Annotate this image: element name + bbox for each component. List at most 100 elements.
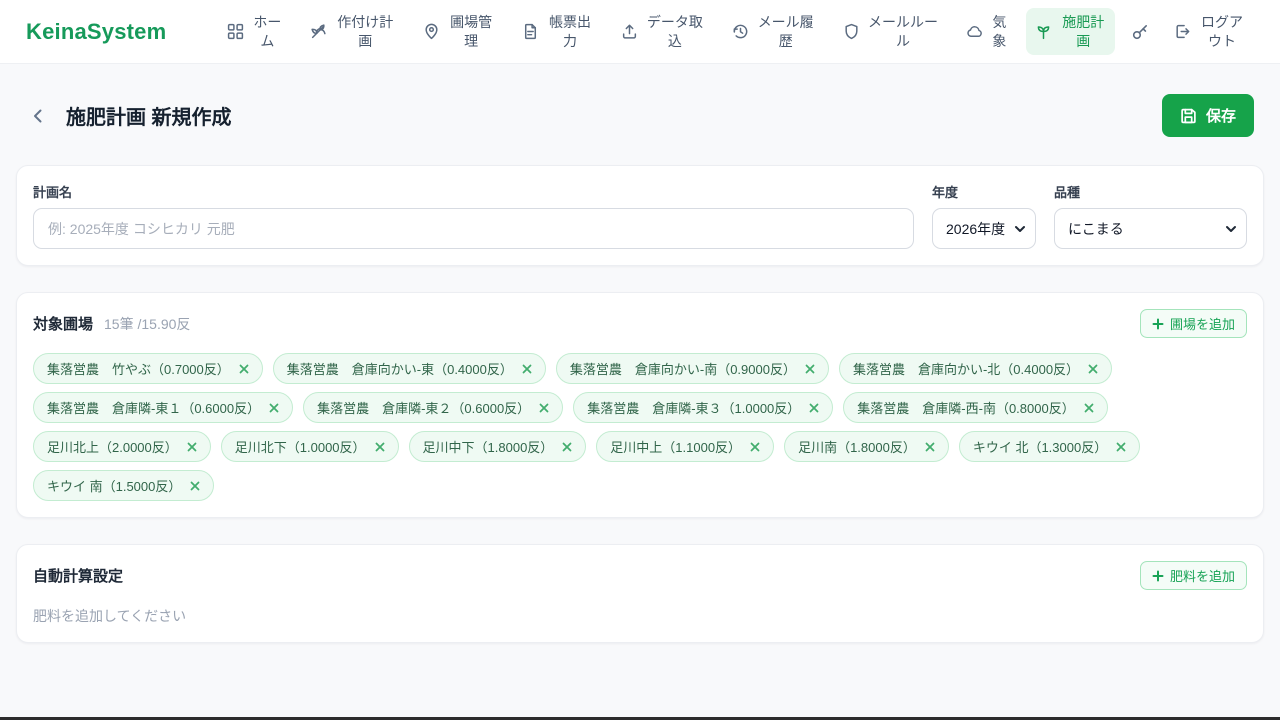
- remove-field-button[interactable]: [809, 403, 819, 413]
- field-tag: 集落営農 倉庫隣-東２（0.6000反）: [303, 392, 564, 423]
- add-fertilizer-button-label: 肥料を追加: [1169, 569, 1235, 584]
- fertilizer-empty-text: 肥料を追加してください: [33, 608, 187, 624]
- nav-item-report-output[interactable]: 帳票出力: [513, 8, 602, 54]
- plan-form-card: 計画名 年度 2026年度 品種 にこまる: [16, 165, 1264, 266]
- field-tag: 集落営農 竹やぶ（0.7000反）: [33, 353, 263, 384]
- plan-name-input[interactable]: [33, 208, 914, 249]
- remove-field-button[interactable]: [522, 364, 532, 374]
- close-icon: [805, 364, 815, 373]
- field-tag-label: キウイ 北（1.3000反）: [972, 440, 1108, 455]
- page-header: 施肥計画 新規作成 保存: [16, 64, 1264, 165]
- variety-label: 品種: [1054, 185, 1081, 200]
- field-tag: 集落営農 倉庫向かい-東（0.4000反）: [272, 353, 546, 384]
- field-tag: 集落営農 倉庫隣-西-南（0.8000反）: [843, 392, 1108, 423]
- nav-item-home[interactable]: ホーム: [218, 8, 291, 54]
- add-field-button[interactable]: 圃場を追加: [1139, 309, 1247, 338]
- add-fertilizer-button[interactable]: 肥料を追加: [1139, 561, 1247, 590]
- close-icon: [750, 442, 760, 451]
- field-tag-label: 集落営農 倉庫隣-西-南（0.8000反）: [857, 401, 1075, 416]
- shield-icon: [844, 23, 858, 40]
- remove-field-button[interactable]: [239, 364, 249, 374]
- map-pin-icon: [425, 23, 438, 40]
- remove-field-button[interactable]: [187, 442, 197, 452]
- year-label: 年度: [932, 185, 959, 200]
- field-tag-label: 足川中下（1.8000反）: [422, 440, 554, 455]
- field-tag-label: 足川北下（1.0000反）: [234, 440, 366, 455]
- target-fields-summary: 15筆 /15.90反: [104, 315, 191, 332]
- field-tag-label: 足川中上（1.1000反）: [610, 440, 742, 455]
- nav-item-mail-rules[interactable]: メールルール: [834, 8, 948, 54]
- field-tag-label: 足川南（1.8000反）: [798, 440, 916, 455]
- nav-item-logout[interactable]: ログアウト: [1165, 8, 1254, 54]
- close-icon: [1088, 364, 1098, 373]
- nav-item-fertilization-plan[interactable]: 施肥計画: [1026, 8, 1116, 55]
- close-icon: [187, 442, 197, 451]
- close-icon: [562, 442, 572, 451]
- remove-field-button[interactable]: [925, 442, 935, 452]
- target-fields-title: 対象圃場: [33, 316, 94, 333]
- field-tag-label: 集落営農 倉庫隣-東１（0.6000反）: [47, 401, 261, 416]
- year-group: 年度 2026年度: [932, 182, 1036, 249]
- history-clock-icon: [733, 24, 748, 39]
- field-tag: 集落営農 倉庫隣-東３（1.0000反）: [573, 392, 834, 423]
- close-icon: [522, 364, 532, 373]
- logout-icon: [1176, 24, 1190, 39]
- remove-field-button[interactable]: [375, 442, 385, 452]
- remove-field-button[interactable]: [1084, 403, 1094, 413]
- close-icon: [1116, 442, 1126, 451]
- remove-field-button[interactable]: [562, 442, 572, 452]
- nav-item-field-management[interactable]: 圃場管理: [414, 8, 503, 54]
- field-tag: 足川中上（1.1000反）: [596, 431, 775, 462]
- target-fields-card: 対象圃場 15筆 /15.90反 圃場を追加 集落営農 竹やぶ（0.7000反）…: [16, 292, 1264, 518]
- field-tag: キウイ 北（1.3000反）: [958, 431, 1141, 462]
- nav-item-planting-plan[interactable]: 作付け計画: [301, 8, 404, 54]
- main-content: 施肥計画 新規作成 保存 計画名 年度 2026年度 品種: [0, 64, 1280, 643]
- remove-field-button[interactable]: [1116, 442, 1126, 452]
- nav-item-data-import[interactable]: データ取込: [612, 8, 713, 54]
- remove-field-button[interactable]: [805, 364, 815, 374]
- field-tag: 足川南（1.8000反）: [784, 431, 949, 462]
- nav-item-label: データ取込: [646, 14, 703, 49]
- nav-item-label: 圃場管理: [450, 14, 493, 49]
- nav-menu: ホーム 作付け計画 圃場管理 帳票出力 データ取込 メール履歴 メールルール 気…: [218, 8, 1254, 55]
- field-tag-label: 集落営農 倉庫隣-東２（0.6000反）: [317, 401, 531, 416]
- nav-item-label: ログアウト: [1200, 14, 1243, 49]
- field-tag-label: 集落営農 倉庫向かい-北（0.4000反）: [852, 362, 1080, 377]
- save-button[interactable]: 保存: [1161, 94, 1254, 137]
- field-tag-label: 集落営農 倉庫隣-東３（1.0000反）: [587, 401, 801, 416]
- remove-field-button[interactable]: [539, 403, 549, 413]
- add-field-button-label: 圃場を追加: [1169, 317, 1235, 332]
- field-tag: 足川北下（1.0000反）: [220, 431, 399, 462]
- nav-item-mail-history[interactable]: メール履歴: [723, 8, 824, 54]
- nav-item-label: メールルール: [868, 14, 939, 49]
- remove-field-button[interactable]: [190, 481, 200, 491]
- close-icon: [539, 403, 549, 412]
- close-icon: [375, 442, 384, 451]
- back-button[interactable]: [26, 104, 50, 128]
- field-tag-label: 集落営農 竹やぶ（0.7000反）: [47, 362, 230, 377]
- variety-group: 品種 にこまる: [1054, 182, 1247, 249]
- field-tag-label: 集落営農 倉庫向かい-南（0.9000反）: [569, 362, 796, 377]
- plan-name-group: 計画名: [33, 182, 914, 249]
- nav-item-label: 気象: [992, 14, 1007, 49]
- plus-icon: [1152, 318, 1164, 329]
- close-icon: [269, 403, 279, 412]
- api-key-button[interactable]: [1125, 17, 1155, 47]
- remove-field-button[interactable]: [269, 403, 279, 413]
- remove-field-button[interactable]: [1088, 364, 1098, 374]
- field-tag: 集落営農 倉庫向かい-北（0.4000反）: [838, 353, 1113, 384]
- variety-select[interactable]: にこまる: [1054, 208, 1247, 249]
- close-icon: [239, 364, 249, 373]
- cloud-icon: [967, 26, 983, 38]
- app-logo: KeinaSystem: [26, 18, 167, 44]
- close-icon: [190, 481, 200, 490]
- year-select[interactable]: 2026年度: [932, 208, 1036, 249]
- nav-item-label: ホーム: [253, 14, 282, 49]
- auto-calc-title: 自動計算設定: [33, 568, 124, 585]
- field-tag-list: 集落営農 竹やぶ（0.7000反） 集落営農 倉庫向かい-東（0.4000反） …: [33, 353, 1247, 501]
- upload-icon: [622, 24, 636, 39]
- chevron-left-icon: [34, 109, 42, 122]
- nav-item-weather[interactable]: 気象: [957, 8, 1016, 54]
- nav-item-label: メール履歴: [757, 14, 814, 49]
- remove-field-button[interactable]: [750, 442, 760, 452]
